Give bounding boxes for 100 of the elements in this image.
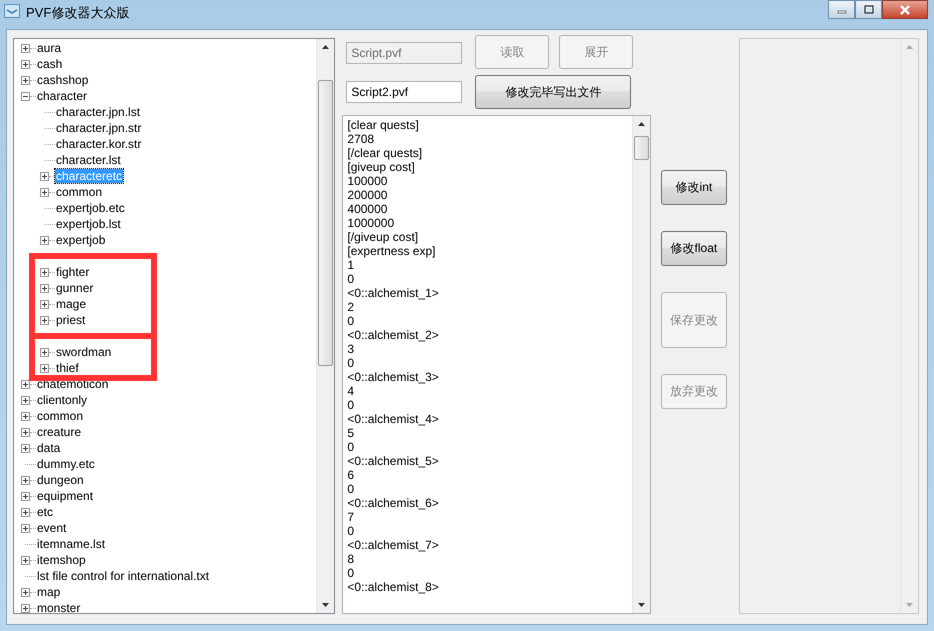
tree-item[interactable]: lst file control for international.txt (36, 569, 210, 583)
expand-icon[interactable] (20, 524, 30, 532)
action-button[interactable]: 修改int (660, 170, 727, 205)
text-line: <0::alchemist_4> (347, 412, 440, 426)
tree-item[interactable]: character.kor.str (55, 137, 142, 151)
text-line: 200000 (347, 188, 388, 202)
tree-item[interactable]: itemshop (36, 553, 87, 567)
text-line: 8 (347, 552, 356, 566)
expand-icon[interactable] (20, 444, 30, 452)
text-editor[interactable] (342, 115, 651, 614)
expand-icon[interactable] (20, 604, 30, 612)
maximize-button[interactable] (855, 0, 882, 19)
scroll-up-icon[interactable] (638, 122, 645, 126)
expand-icon[interactable] (40, 236, 48, 244)
close-button[interactable] (882, 0, 928, 19)
text-line: 400000 (347, 202, 388, 216)
minimize-button[interactable] (828, 0, 855, 19)
expand-icon[interactable] (20, 396, 30, 404)
text-line: 0 (347, 398, 356, 412)
tree-item[interactable]: expertjob (55, 233, 106, 247)
text-line: 2 (347, 300, 356, 314)
tree-item[interactable]: character.jpn.lst (55, 105, 142, 119)
tree-item[interactable]: priest (55, 313, 86, 327)
tree-item[interactable]: monster (36, 601, 82, 613)
text-line: 3 (347, 342, 356, 356)
expand-icon[interactable] (20, 76, 30, 84)
close-icon (899, 4, 911, 14)
scroll-down-icon[interactable] (322, 603, 330, 607)
tree-item[interactable]: common (36, 409, 84, 423)
text-line: 4 (347, 384, 356, 398)
expand-icon[interactable] (40, 364, 48, 372)
expand-icon[interactable] (40, 172, 48, 180)
expand-icon[interactable] (40, 188, 48, 196)
tree-item[interactable]: common (55, 185, 104, 199)
expand-icon[interactable] (20, 380, 30, 388)
tree-item[interactable]: aura (36, 41, 62, 55)
text-line: <0::alchemist_1> (347, 286, 440, 300)
expand-icon[interactable] (40, 316, 48, 324)
tree-item[interactable]: dungeon (36, 473, 85, 487)
text-line: <0::alchemist_6> (347, 496, 440, 510)
app-icon (4, 4, 20, 18)
tree-item[interactable]: cashshop (36, 73, 90, 87)
expand-icon[interactable] (40, 300, 48, 308)
scroll-thumb[interactable] (634, 136, 649, 160)
text-line: 7 (347, 510, 356, 524)
action-button[interactable]: 修改float (660, 231, 727, 266)
text-line: <0::alchemist_7> (347, 538, 440, 552)
text-line: 1 (347, 258, 356, 272)
tree-item[interactable]: creature (36, 425, 82, 439)
write-file-button[interactable]: 修改完毕写出文件 (475, 75, 632, 109)
expand-icon[interactable] (20, 508, 30, 516)
tree-item[interactable]: character.lst (55, 153, 122, 167)
tree-item[interactable]: thief (55, 361, 80, 375)
expand-icon[interactable] (20, 476, 30, 484)
tree-item[interactable]: cash (36, 57, 64, 71)
text-line: 5 (347, 426, 356, 440)
text-line: 0 (347, 566, 356, 580)
tree-item[interactable]: expertjob.lst (55, 217, 122, 231)
tree-item[interactable]: mage (55, 297, 88, 311)
expand-icon[interactable] (20, 412, 30, 420)
text-line: 0 (347, 482, 356, 496)
text-line: 0 (347, 314, 356, 328)
tree-item[interactable]: data (36, 441, 62, 455)
text-line: [giveup cost] (347, 160, 416, 174)
expand-icon[interactable] (40, 268, 48, 276)
text-line: <0::alchemist_2> (347, 328, 440, 342)
output-file-field[interactable]: Script2.pvf (346, 81, 462, 103)
tree-item[interactable]: event (36, 521, 68, 535)
collapse-icon[interactable] (20, 92, 30, 100)
tree-item[interactable]: character (36, 89, 88, 103)
tree-item[interactable]: dummy.etc (36, 457, 96, 471)
expand-icon[interactable] (40, 348, 48, 356)
text-line: <0::alchemist_5> (347, 454, 440, 468)
text-line: 0 (347, 440, 356, 454)
expand-icon[interactable] (40, 284, 48, 292)
tree-item[interactable]: fighter (55, 265, 90, 279)
expand-icon[interactable] (20, 428, 30, 436)
expand-icon[interactable] (20, 60, 30, 68)
scroll-thumb[interactable] (318, 80, 334, 366)
text-line: 2708 (347, 132, 376, 146)
tree-item[interactable]: itemname.lst (36, 537, 106, 551)
scroll-down-icon[interactable] (638, 603, 645, 607)
text-line: [/giveup cost] (347, 230, 420, 244)
tree-item[interactable]: chatemoticon (36, 377, 110, 391)
expand-icon[interactable] (20, 556, 30, 564)
scrollbar[interactable] (316, 39, 334, 613)
tree-item[interactable]: clientonly (36, 393, 88, 407)
expand-icon[interactable] (20, 492, 30, 500)
text-line: 0 (347, 356, 356, 370)
tree-item[interactable]: swordman (55, 345, 112, 359)
scrollbar[interactable] (632, 116, 650, 613)
tree-item[interactable]: map (36, 585, 62, 599)
tree-item[interactable]: etc (36, 505, 54, 519)
tree-item[interactable]: expertjob.etc (55, 201, 126, 215)
scroll-up-icon[interactable] (322, 45, 330, 49)
tree-item[interactable]: character.jpn.str (55, 121, 142, 135)
expand-icon[interactable] (20, 44, 30, 52)
expand-icon[interactable] (20, 588, 30, 596)
tree-item[interactable]: equipment (36, 489, 94, 503)
tree-item[interactable]: gunner (55, 281, 94, 295)
